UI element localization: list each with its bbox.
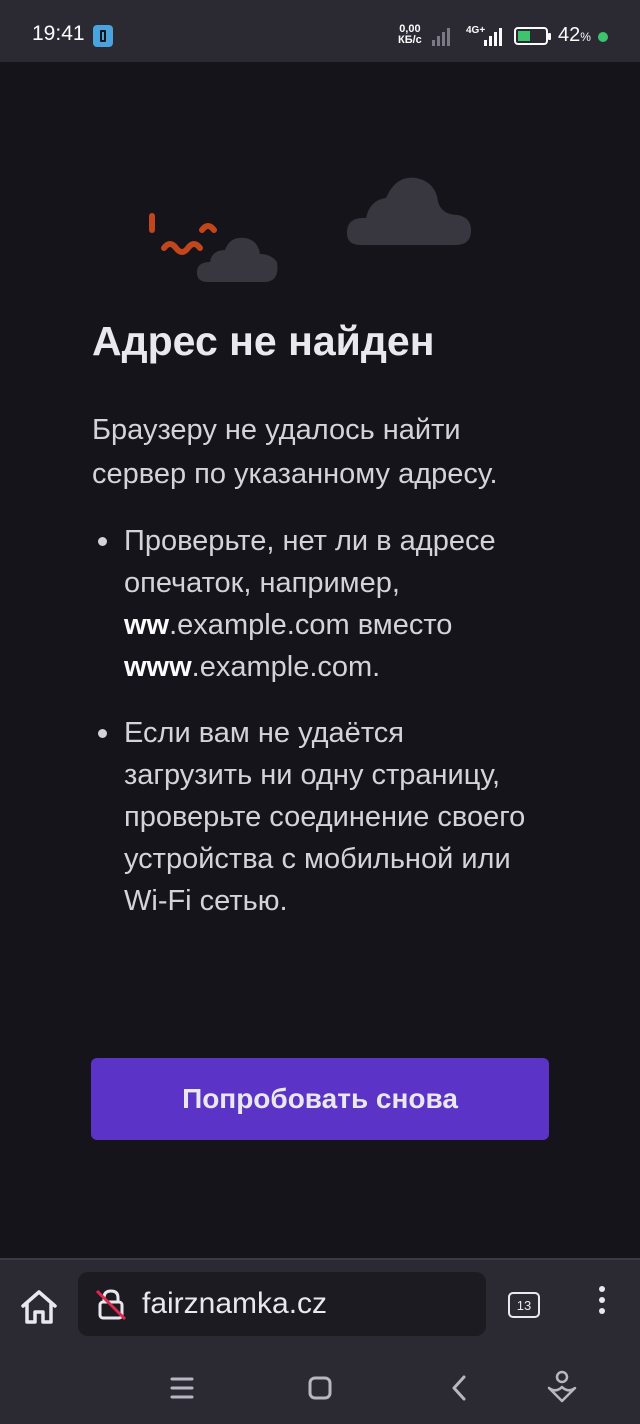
broken-plug-icon [149, 213, 217, 255]
recents-icon[interactable] [162, 1368, 202, 1408]
url-text[interactable]: fairznamka.cz [142, 1287, 327, 1321]
insecure-lock-icon[interactable] [94, 1288, 128, 1322]
network-speed: 0,00 КБ/с [398, 24, 422, 46]
back-icon[interactable] [440, 1368, 480, 1408]
cloud-small-icon [196, 237, 278, 282]
menu-icon[interactable] [590, 1286, 614, 1326]
battery-percent: 42% [558, 24, 591, 46]
tab-count: 13 [516, 1297, 532, 1313]
page-title: Адрес не найден [92, 318, 435, 364]
tip-check-typos: Проверьте, нет ли в адресе опечаток, нап… [92, 520, 532, 688]
tip-check-connection: Если вам не удаётся загрузить ни одну ст… [92, 712, 532, 922]
clock: 19:41 [32, 22, 85, 45]
tabs-counter-button[interactable]: 13 [508, 1292, 540, 1318]
assistant-icon[interactable] [542, 1368, 582, 1408]
retry-button[interactable]: Попробовать снова [91, 1058, 549, 1140]
battery-charging-icon [514, 27, 551, 45]
error-illustration [149, 177, 472, 282]
system-nav-bar [0, 1352, 640, 1424]
cloud-large-icon [346, 177, 472, 245]
browser-toolbar: fairznamka.cz 13 [0, 1258, 640, 1354]
error-description: Браузеру не удалось найти сервер по указ… [92, 414, 498, 490]
troubleshooting-list: Проверьте, нет ли в адресе опечаток, нап… [92, 520, 532, 946]
signal-icon [432, 24, 450, 46]
privacy-indicator-dot [598, 32, 608, 42]
home-square-icon[interactable] [300, 1368, 340, 1408]
home-icon[interactable] [16, 1284, 62, 1330]
sim-icon [93, 25, 113, 47]
signal-icon [484, 24, 502, 46]
address-bar[interactable]: fairznamka.cz [78, 1272, 486, 1336]
network-type: 4G+ [466, 25, 486, 36]
status-bar: 19:41 0,00 КБ/с 4G+ 42% [0, 0, 640, 62]
network-speed-unit: КБ/с [398, 34, 422, 46]
